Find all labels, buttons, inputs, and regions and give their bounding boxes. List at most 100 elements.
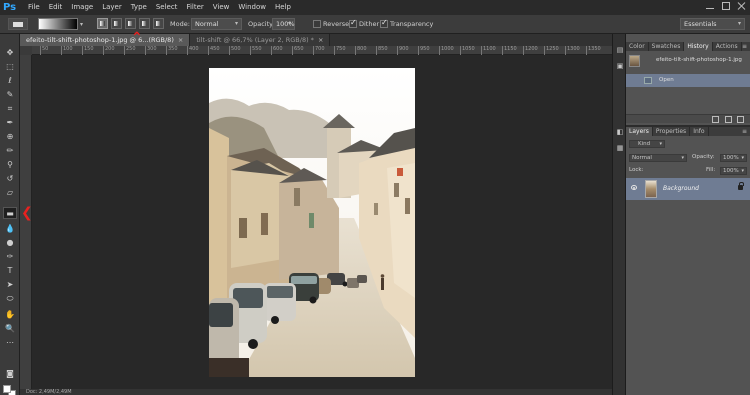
tab-info[interactable]: Info [690,127,709,136]
ruler-origin[interactable] [20,46,32,55]
tab-properties[interactable]: Properties [653,127,691,136]
tab-tilt-shift[interactable]: tilt-shift @ 66,7% (Layer 2, RGB/8) * × [190,34,331,46]
minimize-icon[interactable] [706,2,714,10]
menu-bar: Ps File Edit Image Layer Type Select Fil… [0,0,750,15]
history-panel-icon[interactable]: ▤ [615,46,625,55]
new-document-from-state-icon[interactable] [712,116,719,123]
history-brush-tool-icon[interactable]: ↺ [3,173,17,185]
ruler-tick-label: 400 [187,46,199,55]
ruler-tick-label: 1200 [523,46,538,55]
status-bar: Doc: 2,49M/2,49M [20,389,612,395]
camera-icon[interactable] [725,116,732,123]
tab-efeito-tilt-shift[interactable]: efeito-tilt-shift-photoshop-1.jpg @ 6...… [20,34,191,46]
layer-filter-select[interactable]: Kind [629,140,665,148]
shape-tool-icon[interactable]: ⬭ [3,293,17,305]
dither-checkbox[interactable] [349,18,357,28]
ruler-tick-label: 100 [61,46,73,55]
zoom-tool-icon[interactable]: 🔍 [3,323,17,335]
history-panel-footer [626,114,750,123]
ruler-tick-label: 1350 [586,46,601,55]
tab-history[interactable]: History [684,42,713,51]
horizontal-ruler[interactable]: 50 100 150 200 250 300 350 400 450 500 550 600 650 70… [32,46,612,55]
radial-gradient-button[interactable] [111,18,122,29]
close-icon[interactable] [738,2,746,10]
blur-tool-icon[interactable]: 💧 [3,223,17,235]
menu-window[interactable]: Window [238,0,266,15]
menu-view[interactable]: View [213,0,230,15]
vertical-ruler[interactable] [20,55,32,395]
ruler-tick-label: 200 [103,46,115,55]
panel-menu-icon[interactable]: ≡ [742,127,747,136]
menu-filter[interactable]: Filter [186,0,203,15]
clone-stamp-tool-icon[interactable]: ⚲ [3,159,17,171]
collapsed-panels-strip: ▤ ▣ ◧ ▦ [612,34,626,395]
crop-tool-icon[interactable]: ⌗ [3,103,17,115]
lasso-tool-icon[interactable]: ℓ [3,75,17,87]
quick-selection-tool-icon[interactable]: ✎ [3,89,17,101]
tab-swatches[interactable]: Swatches [649,42,685,51]
annotation-arrow-left-icon: ❮ [21,205,33,221]
document-canvas-image[interactable] [209,68,415,377]
maximize-icon[interactable] [722,2,730,10]
tool-preset-picker[interactable] [8,18,28,30]
menu-image[interactable]: Image [71,0,93,15]
trash-icon[interactable] [737,116,744,123]
foreground-color-swatch[interactable] [3,385,11,393]
menu-select[interactable]: Select [156,0,178,15]
gradient-swatch[interactable] [38,18,78,30]
opacity-field[interactable]: 100% [272,18,295,30]
ruler-tick-label: 900 [397,46,409,55]
linear-gradient-button[interactable] [97,18,108,29]
eye-icon[interactable] [631,185,637,190]
menu-layer[interactable]: Layer [102,0,122,15]
type-tool-icon[interactable]: T [3,265,17,277]
brush-tool-icon[interactable]: ✏ [3,145,17,157]
eyedropper-tool-icon[interactable]: ✒ [3,117,17,129]
close-icon[interactable]: × [178,36,183,44]
diamond-gradient-button[interactable] [153,18,164,29]
workspace-select[interactable]: Essentials [680,18,745,30]
tab-actions[interactable]: Actions [713,42,742,51]
adjustments-panel-icon[interactable]: ▦ [615,144,625,153]
mode-select[interactable]: Normal [191,18,242,30]
reverse-checkbox[interactable] [313,20,321,28]
blend-mode-select[interactable]: Normal [629,154,687,162]
move-tool-icon[interactable]: ✥ [3,47,17,59]
menu-type[interactable]: Type [131,0,147,15]
pen-tool-icon[interactable]: ✑ [3,251,17,263]
hand-tool-icon[interactable]: ✋ [3,309,17,321]
close-icon[interactable]: × [318,36,323,44]
reflected-gradient-button[interactable] [139,18,150,29]
transparency-checkbox[interactable] [380,18,388,28]
path-selection-tool-icon[interactable]: ➤ [3,279,17,291]
edit-toolbar-icon[interactable]: ⋯ [3,337,17,349]
panel-menu-icon[interactable]: ≡ [742,42,747,51]
ruler-tick-label: 550 [250,46,262,55]
healing-brush-tool-icon[interactable]: ⊕ [3,131,17,143]
layer-row-background[interactable]: Background [626,178,750,200]
options-bar: ▾ Mode: Normal Opacity: 100% Reverse Dit… [0,15,750,34]
tab-label: tilt-shift @ 66,7% (Layer 2, RGB/8) * [196,36,314,44]
document-icon [644,77,652,84]
layers-panel-icon[interactable]: ◧ [615,128,625,137]
quick-mask-icon[interactable]: ◙ [3,368,17,380]
marquee-tool-icon[interactable]: ⬚ [3,61,17,73]
menu-file[interactable]: File [28,0,40,15]
gradient-tool-icon[interactable]: ▬ [3,207,17,219]
document-tabs: efeito-tilt-shift-photoshop-1.jpg @ 6...… [20,34,612,46]
menu-help[interactable]: Help [275,0,291,15]
history-snapshot[interactable]: efeito-tilt-shift-photoshop-1.jpg [626,54,750,67]
dodge-tool-icon[interactable]: ● [3,237,17,249]
ruler-tick-label: 950 [418,46,430,55]
angle-gradient-button[interactable] [125,18,136,29]
gradient-dropdown-icon[interactable]: ▾ [80,21,86,28]
eraser-tool-icon[interactable]: ▱ [3,187,17,199]
history-state-open[interactable]: Open [626,74,750,87]
menu-edit[interactable]: Edit [49,0,63,15]
tab-color[interactable]: Color [626,42,649,51]
layer-opacity-field[interactable]: 100% [720,154,747,162]
properties-panel-icon[interactable]: ▣ [615,62,625,71]
tab-layers[interactable]: Layers [626,127,653,136]
layer-fill-field[interactable]: 100% [720,167,747,175]
lock-icon [738,182,744,190]
